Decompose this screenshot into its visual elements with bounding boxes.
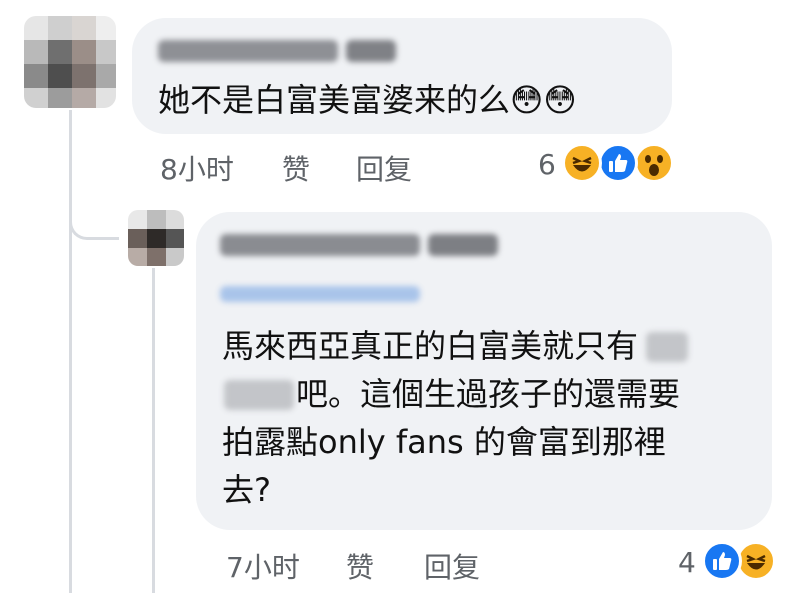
like-button-2[interactable]: 赞 [346,546,374,586]
comment-text-2-line-4: 去? [222,471,271,509]
comment-text-2-line-2: 吧。這個生過孩子的還需要 [296,375,681,413]
commenter-name-blurred[interactable] [158,40,338,62]
thread-line-main [69,110,72,593]
avatar-commenter-2[interactable] [128,210,184,266]
comment-bubble-2: 馬來西亞真正的白富美就只有 吧。這個生過孩子的還需要 拍露點only fans … [196,212,772,530]
thread-line-reply [152,268,155,593]
like-icon[interactable] [598,143,638,183]
comment-time-1[interactable]: 8小时 [160,148,234,188]
comment-text-2-line-1: 馬來西亞真正的白富美就只有 [222,327,639,365]
comment-time-2[interactable]: 7小时 [226,546,300,586]
redacted-name [646,332,688,362]
haha-icon[interactable] [562,143,602,183]
like-icon[interactable] [702,541,742,581]
tagged-user-blurred[interactable] [220,286,420,302]
redacted-name [224,380,294,410]
reply-button-2[interactable]: 回复 [424,546,480,586]
thread-line-branch [69,196,119,240]
commenter-name-blurred[interactable] [220,234,420,256]
reaction-count-1[interactable]: 6 [538,148,556,181]
like-button-1[interactable]: 赞 [282,148,310,188]
reaction-count-2[interactable]: 4 [678,546,696,579]
reply-button-1[interactable]: 回复 [356,148,412,188]
comment-text-2-line-3: 拍露點only fans 的會富到那裡 [222,423,666,461]
comment-bubble-1: 她不是白富美富婆来的么😳😳 [132,18,672,134]
wow-icon[interactable] [634,143,674,183]
comment-text-1: 她不是白富美富婆来的么😳😳 [158,81,577,119]
haha-icon[interactable] [736,541,776,581]
avatar-commenter-1[interactable] [24,16,116,108]
